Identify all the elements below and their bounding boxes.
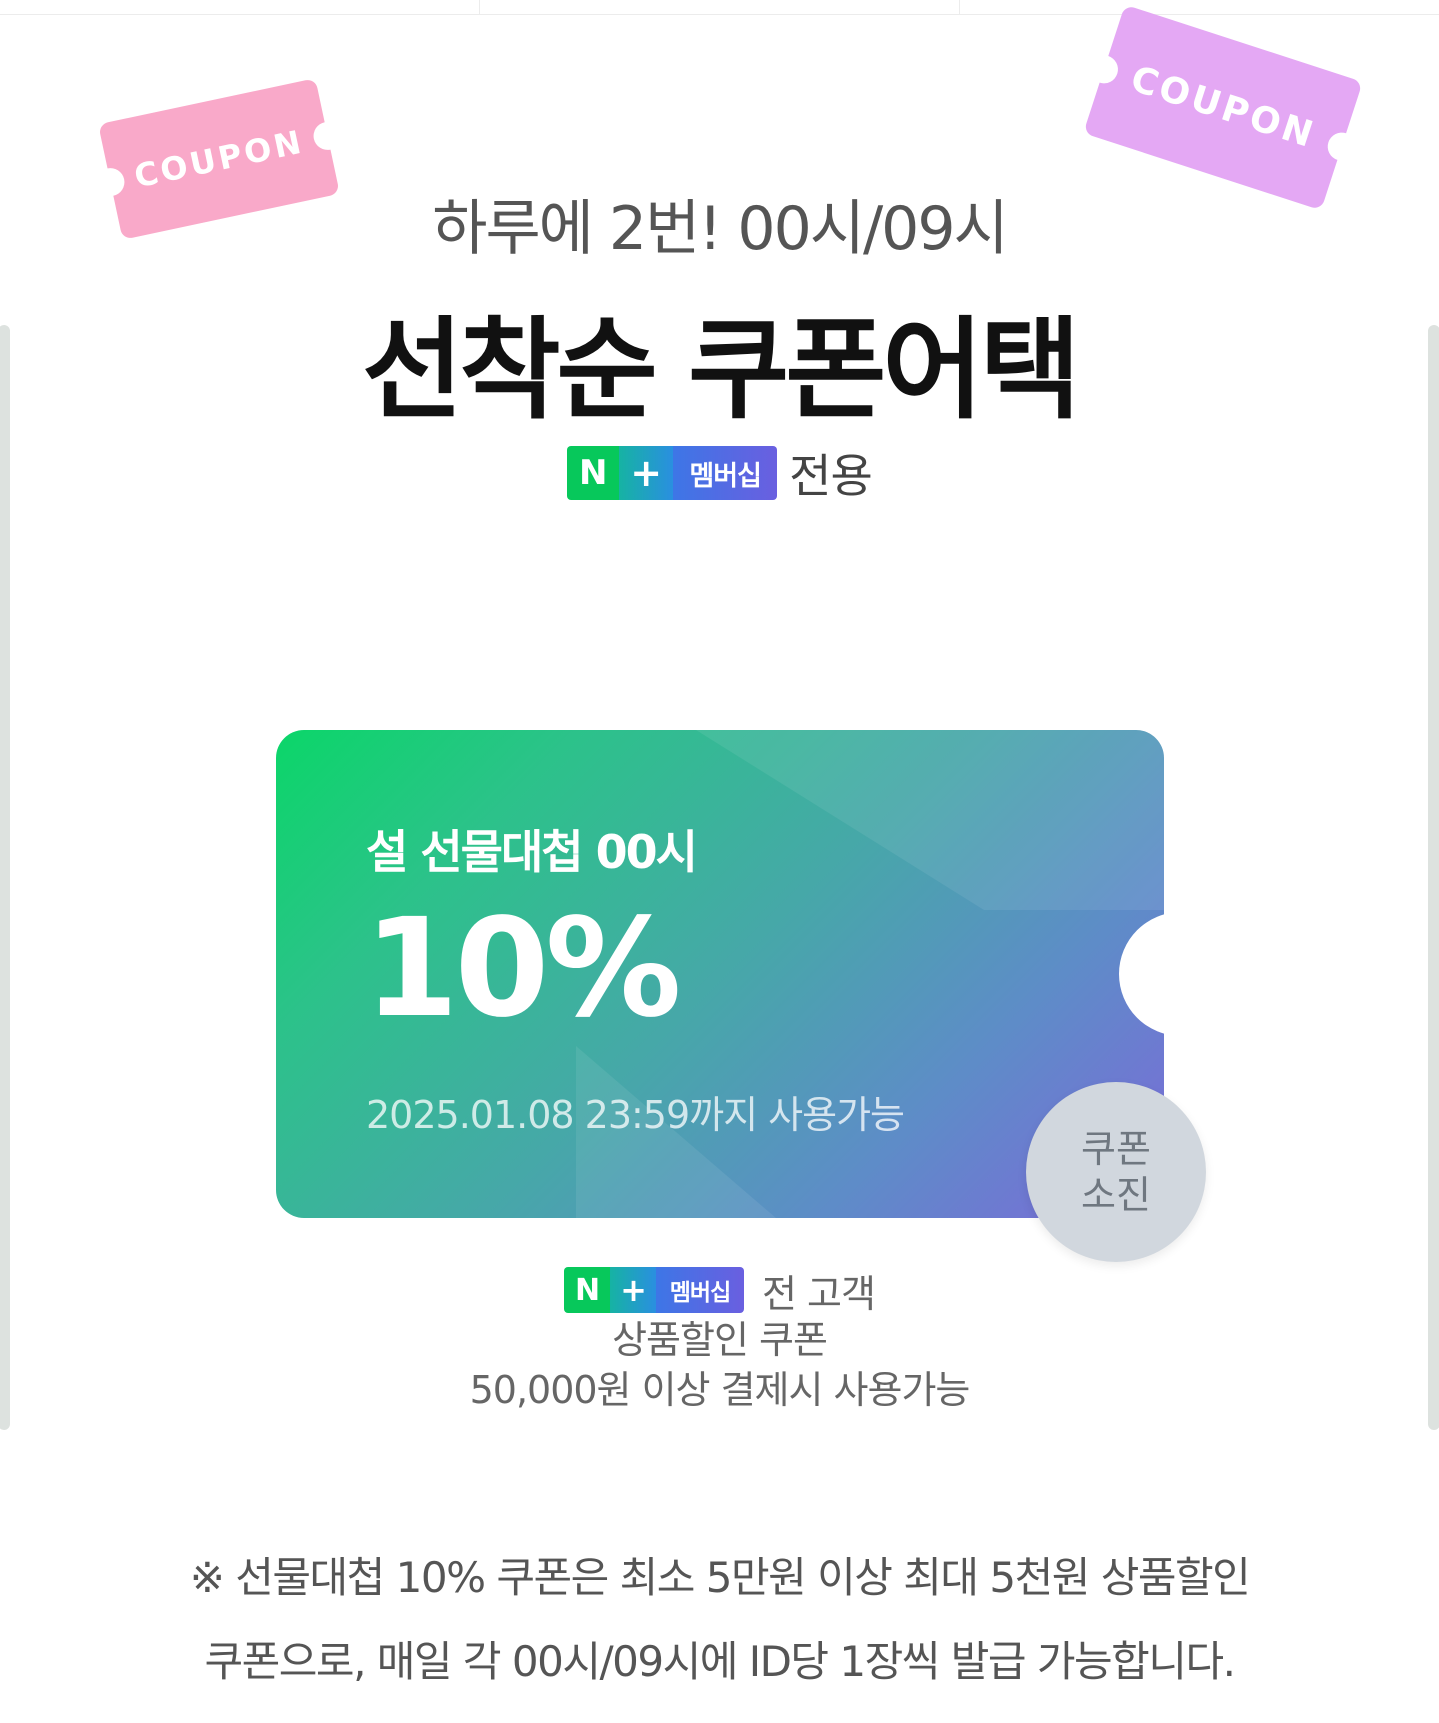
- page-title: 선착순 쿠폰어택: [362, 306, 1081, 434]
- membership-exclusive-row: N + 멤버십 전용: [0, 445, 1439, 503]
- top-tab-strip: [0, 0, 1439, 15]
- coupon-sold-out-badge[interactable]: 쿠폰 소진: [1026, 1082, 1206, 1262]
- membership-label: 멤버십: [673, 446, 778, 500]
- sticker-label: COUPON: [1125, 58, 1321, 157]
- sold-out-line1: 쿠폰: [1081, 1127, 1151, 1171]
- sticker-notch: [310, 119, 345, 153]
- coupon-notch: [1119, 912, 1164, 1036]
- description-audience-row: N + 멤버십 전 고객: [0, 1265, 1439, 1316]
- exclusive-label: 전용: [789, 449, 873, 503]
- sold-out-line2: 소진: [1081, 1173, 1151, 1217]
- naver-n-icon: N: [567, 446, 620, 500]
- naver-n-icon: N: [564, 1267, 611, 1313]
- coupon-decoration: [696, 730, 1164, 910]
- sticker-notch: [1086, 51, 1122, 87]
- top-tab[interactable]: [480, 0, 960, 14]
- membership-badge: N + 멤버십: [567, 446, 778, 500]
- coupon-discount-rate: 10%: [364, 890, 682, 1048]
- membership-label: 멤버십: [656, 1267, 745, 1313]
- plus-icon: +: [619, 446, 674, 500]
- top-tab[interactable]: [0, 0, 480, 14]
- coupon-condition: 50,000원 이상 결제시 사용가능: [469, 1368, 971, 1412]
- coupon-type: 상품할인 쿠폰: [612, 1318, 828, 1362]
- sticker-notch: [1324, 128, 1360, 164]
- page-subtitle: 하루에 2번! 00시/09시: [432, 194, 1008, 264]
- membership-badge: N + 멤버십: [564, 1267, 745, 1313]
- coupon-name: 설 선물대첩 00시: [366, 825, 698, 879]
- notice-text: ※ 선물대첩 10% 쿠폰은 최소 5만원 이상 최대 5천원 상품할인 쿠폰으…: [0, 1536, 1439, 1704]
- coupon-expiry: 2025.01.08 23:59까지 사용가능: [366, 1093, 905, 1137]
- coupon-description: N + 멤버십 전 고객 상품할인 쿠폰 50,000원 이상 결제시 사용가능: [0, 1265, 1439, 1415]
- audience-text: 전 고객: [762, 1271, 876, 1316]
- plus-icon: +: [610, 1267, 657, 1313]
- top-tab[interactable]: [960, 0, 1439, 14]
- notice-line: 쿠폰으로, 매일 각 00시/09시에 ID당 1장씩 발급 가능합니다.: [204, 1637, 1236, 1686]
- notice-line: ※ 선물대첩 10% 쿠폰은 최소 5만원 이상 최대 5천원 상품할인: [189, 1553, 1251, 1602]
